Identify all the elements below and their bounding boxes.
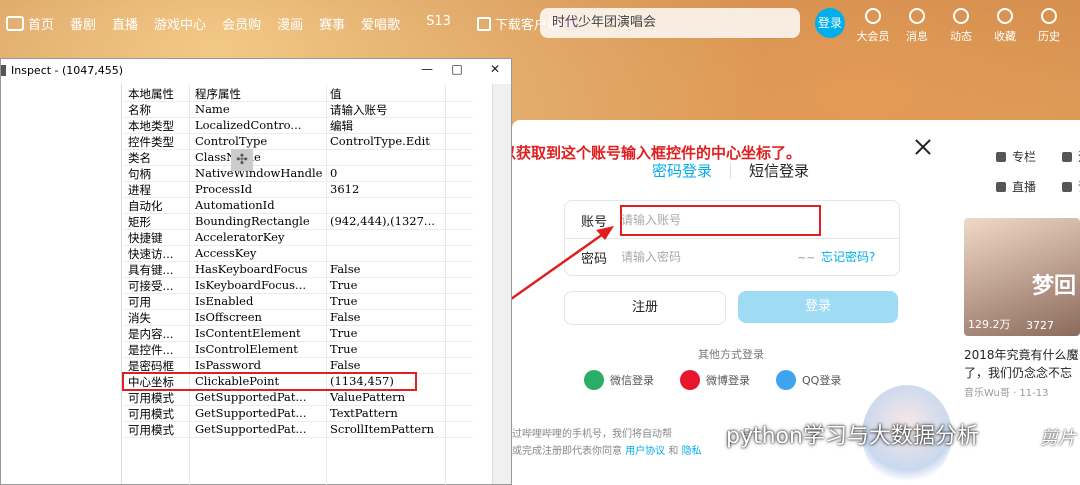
property-value: True	[330, 294, 358, 308]
property-value: 编辑	[330, 119, 353, 133]
property-program-name: AutomationId	[195, 198, 275, 212]
property-local-name: 可用	[128, 295, 151, 309]
property-row[interactable]: 快捷键 AcceleratorKey	[123, 229, 473, 246]
property-row[interactable]: 类名 ClassName	[123, 149, 473, 166]
property-program-name: ControlType	[195, 134, 268, 148]
property-row[interactable]: 具有键... HasKeyboardFocus False	[123, 261, 473, 278]
inspect-title: Inspect - (1047,455)	[11, 64, 124, 77]
property-local-name: 控件类型	[128, 135, 174, 149]
property-value: 请输入账号	[330, 103, 388, 117]
property-row[interactable]: 可用模式 GetSupportedPat... ValuePattern	[123, 389, 473, 406]
property-program-name: BoundingRectangle	[195, 214, 310, 228]
property-value: 0	[330, 166, 338, 180]
property-program-name: IsControlElement	[195, 342, 298, 356]
property-local-name: 可用模式	[128, 391, 174, 405]
property-program-name: GetSupportedPat...	[195, 406, 307, 420]
scrollbar[interactable]	[492, 84, 511, 484]
property-local-name: 消失	[128, 311, 151, 325]
property-row[interactable]: 快速访... AccessKey	[123, 245, 473, 262]
property-program-name: IsOffscreen	[195, 310, 262, 324]
close-button[interactable]: ✕	[485, 62, 505, 80]
property-local-name: 矩形	[128, 215, 151, 229]
property-value: ValuePattern	[330, 390, 406, 404]
property-row[interactable]: 矩形 BoundingRectangle (942,444),(1327...	[123, 213, 473, 230]
property-local-name: 快速访...	[128, 247, 174, 261]
property-row[interactable]: 本地类型 LocalizedContro... 编辑	[123, 117, 473, 134]
property-local-name: 自动化	[128, 199, 163, 213]
property-row[interactable]: 进程 ProcessId 3612	[123, 181, 473, 198]
property-value: True	[330, 342, 358, 356]
property-program-name: HasKeyboardFocus	[195, 262, 308, 276]
property-program-name: ClickablePoint	[195, 374, 280, 388]
property-local-name: 可接受...	[128, 279, 174, 293]
property-local-name: 本地属性	[128, 87, 174, 101]
property-program-name: NativeWindowHandle	[195, 166, 323, 180]
maximize-button[interactable]: □	[447, 62, 467, 80]
property-row[interactable]: 可用 IsEnabled True	[123, 293, 473, 310]
property-program-name: IsContentElement	[195, 326, 301, 340]
property-row[interactable]: 句柄 NativeWindowHandle 0	[123, 165, 473, 182]
property-local-name: 可用模式	[128, 407, 174, 421]
property-program-name: LocalizedContro...	[195, 118, 302, 132]
property-program-name: AccessKey	[195, 246, 257, 260]
property-program-name: IsEnabled	[195, 294, 254, 308]
property-row[interactable]: 可接受... IsKeyboardFocus... True	[123, 277, 473, 294]
inspect-window: Inspect - (1047,455) — □ ✕ 本地属性 程序属性 值名称 Na…	[0, 58, 512, 485]
property-value: False	[330, 358, 361, 372]
property-row[interactable]: 可用模式 GetSupportedPat... TextPattern	[123, 405, 473, 422]
element-tree-pane[interactable]	[1, 84, 122, 484]
property-value: (1134,457)	[330, 374, 394, 388]
property-local-name: 进程	[128, 183, 151, 197]
property-program-name: GetSupportedPat...	[195, 422, 307, 436]
property-row[interactable]: 消失 IsOffscreen False	[123, 309, 473, 326]
corner-text: 剪片	[1040, 428, 1076, 449]
property-program-name: IsPassword	[195, 358, 261, 372]
property-value: ControlType.Edit	[330, 134, 430, 148]
property-local-name: 具有键...	[128, 263, 174, 277]
property-value: True	[330, 326, 358, 340]
property-program-name: AcceleratorKey	[195, 230, 285, 244]
property-program-name: ProcessId	[195, 182, 253, 196]
property-value: True	[330, 278, 358, 292]
property-row[interactable]: 自动化 AutomationId	[123, 197, 473, 214]
inspect-app-icon	[1, 65, 6, 76]
property-local-name: 是内容...	[128, 327, 174, 341]
property-row[interactable]: 是密码框 IsPassword False	[123, 357, 473, 374]
property-value: 3612	[330, 182, 360, 196]
property-value: 值	[330, 87, 342, 101]
minimize-button[interactable]: —	[417, 62, 437, 80]
property-value: ScrollItemPattern	[330, 422, 434, 436]
property-row[interactable]: 控件类型 ControlType ControlType.Edit	[123, 133, 473, 150]
property-local-name: 类名	[128, 151, 151, 165]
property-program-name: 程序属性	[195, 87, 241, 101]
property-row[interactable]: 是控件... IsControlElement True	[123, 341, 473, 358]
property-row[interactable]: 是内容... IsContentElement True	[123, 325, 473, 342]
property-value: False	[330, 310, 361, 324]
property-local-name: 句柄	[128, 167, 151, 181]
property-local-name: 本地类型	[128, 119, 174, 133]
property-local-name: 名称	[128, 103, 151, 117]
property-row[interactable]: 可用模式 GetSupportedPat... ScrollItemPattern	[123, 421, 473, 438]
property-value: TextPattern	[330, 406, 398, 420]
property-local-name: 快捷键	[128, 231, 163, 245]
property-program-name: GetSupportedPat...	[195, 390, 307, 404]
properties-header-row[interactable]: 本地属性 程序属性 值	[123, 85, 473, 102]
property-value: (942,444),(1327...	[330, 214, 435, 228]
property-row[interactable]: 名称 Name 请输入账号	[123, 101, 473, 118]
property-value: False	[330, 262, 361, 276]
property-local-name: 是控件...	[128, 343, 174, 357]
move-icon[interactable]: ✣	[231, 149, 253, 171]
watermark-text: python学习与大数据分析	[696, 418, 979, 450]
inspect-titlebar[interactable]: Inspect - (1047,455) — □ ✕	[1, 59, 511, 83]
property-local-name: 是密码框	[128, 359, 174, 373]
property-program-name: Name	[195, 102, 230, 116]
property-local-name: 中心坐标	[128, 375, 174, 389]
watermark-label: python学习与大数据分析	[726, 424, 979, 449]
property-program-name: ClassName	[195, 150, 261, 164]
property-row[interactable]: 中心坐标 ClickablePoint (1134,457)	[122, 372, 417, 391]
property-program-name: IsKeyboardFocus...	[195, 278, 307, 292]
property-local-name: 可用模式	[128, 423, 174, 437]
